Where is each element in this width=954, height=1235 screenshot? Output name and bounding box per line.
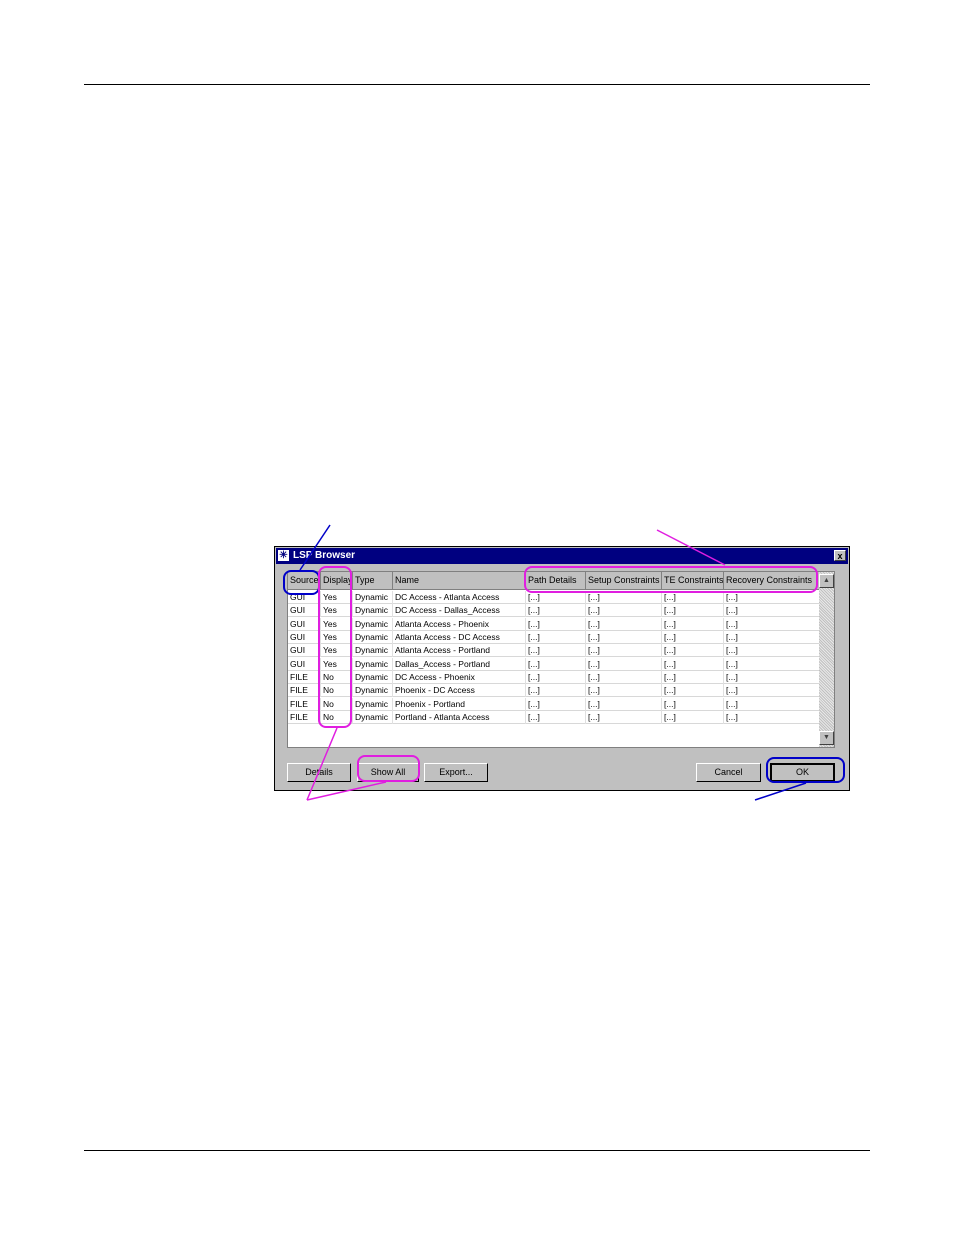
callout-lines — [299, 524, 807, 801]
show-all-callout-line — [306, 781, 387, 801]
constraints-callout-line — [656, 529, 726, 566]
ok-callout-line — [754, 782, 807, 801]
display-callout-line — [306, 727, 338, 801]
source-callout-line — [299, 524, 331, 571]
